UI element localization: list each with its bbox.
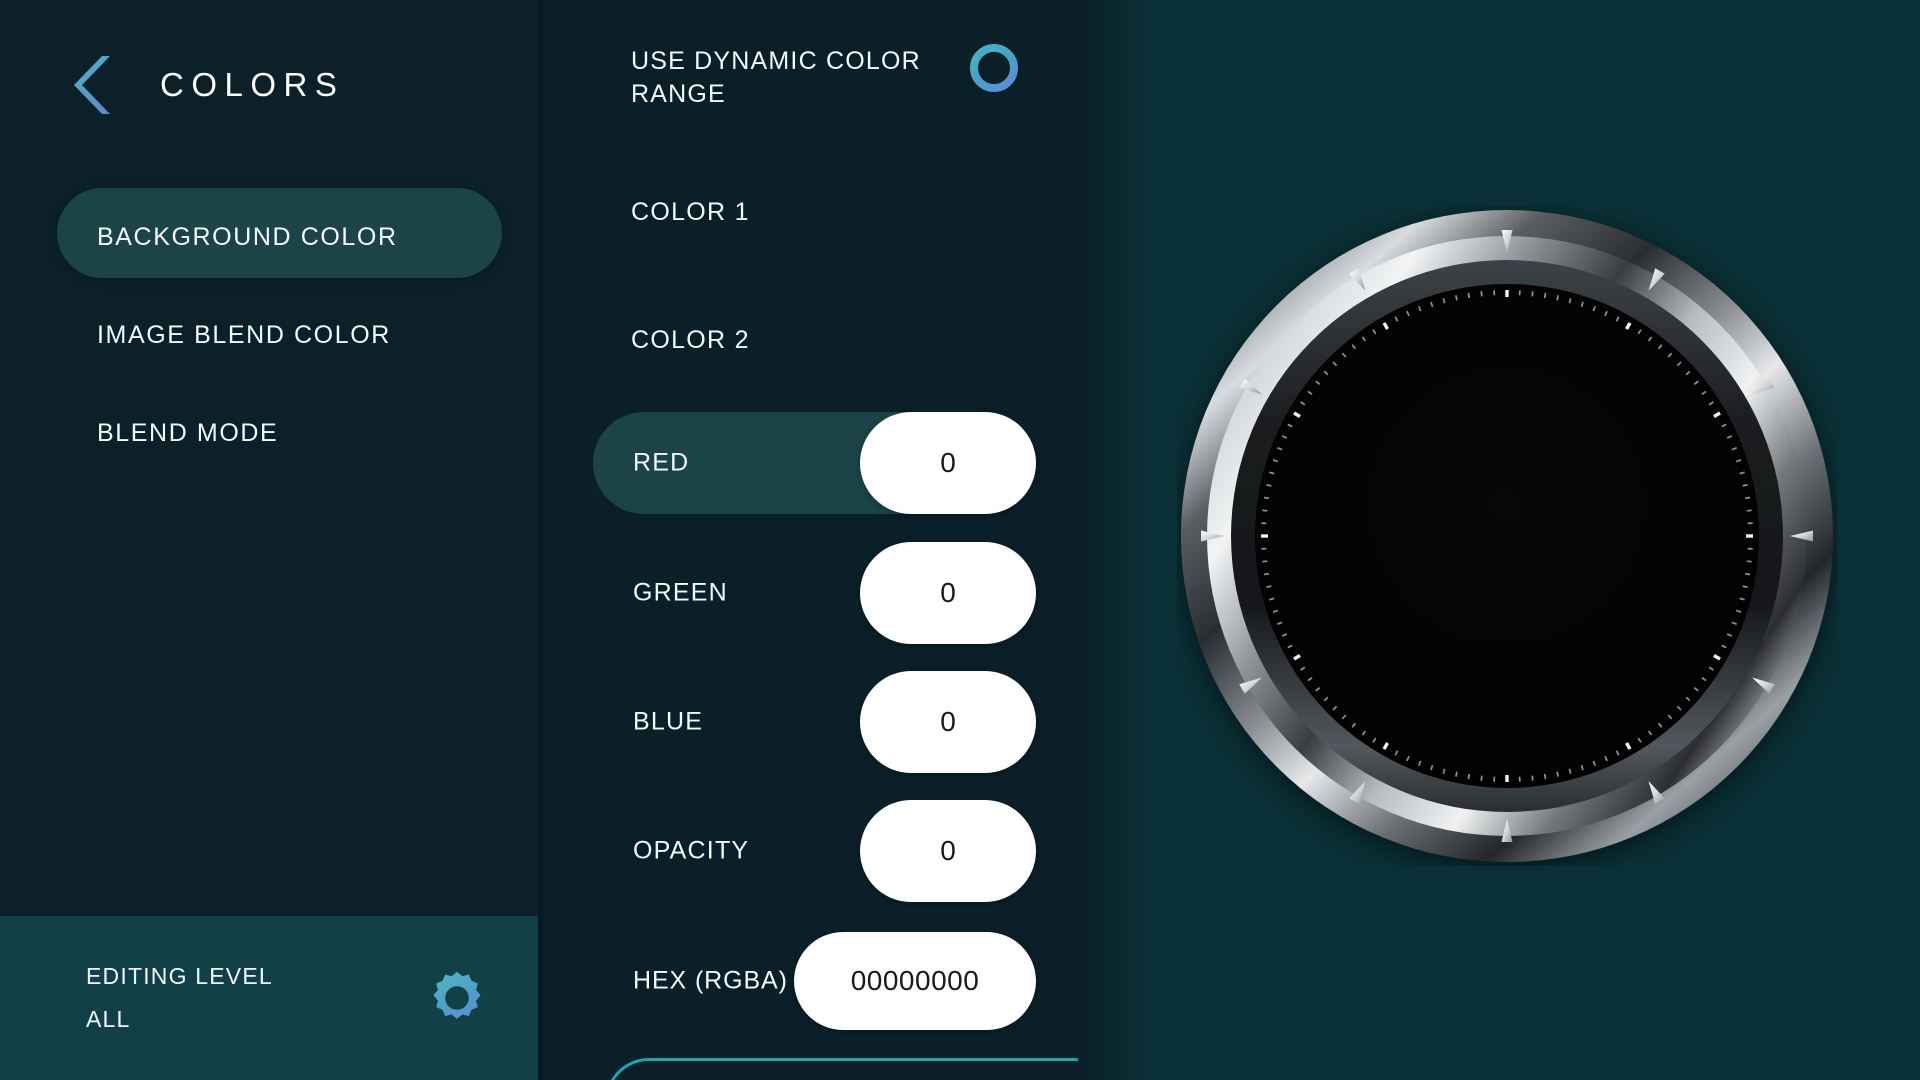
minute-tick	[1266, 484, 1272, 487]
minute-tick	[1455, 771, 1458, 777]
slider-value-red[interactable]: 0	[860, 412, 1036, 514]
minute-tick	[1543, 773, 1547, 780]
minute-tick	[1262, 509, 1268, 512]
slider-row-red[interactable]: RED 0	[538, 412, 1078, 514]
minute-tick	[1262, 560, 1268, 563]
editing-level-value: ALL	[86, 1006, 131, 1032]
sidebar-nav: BACKGROUND COLOR IMAGE BLEND COLOR BLEND…	[0, 188, 538, 482]
minute-tick	[1480, 775, 1483, 781]
dynamic-color-range-row[interactable]: USE DYNAMIC COLOR RANGE	[538, 38, 1078, 128]
minute-tick	[1556, 771, 1559, 777]
minute-tick	[1744, 496, 1751, 500]
minute-tick	[1467, 292, 1471, 299]
chevron-left-icon[interactable]	[72, 54, 114, 116]
minute-tick	[1266, 585, 1272, 588]
panel-divider	[538, 0, 548, 1080]
editing-level-text: EDITING LEVEL ALL	[86, 963, 273, 1033]
minute-tick	[1746, 560, 1752, 563]
minute-tick	[1467, 773, 1471, 780]
slider-label: OPACITY	[633, 836, 750, 865]
app-root: COLORS BACKGROUND COLOR IMAGE BLEND COLO…	[0, 0, 1920, 1080]
sidebar-item-blend-mode[interactable]: BLEND MODE	[0, 384, 538, 482]
toggle-ring-icon[interactable]	[966, 40, 1022, 96]
watch-face-preview[interactable]	[1177, 206, 1837, 866]
minute-tick	[1480, 291, 1483, 297]
minute-tick	[1556, 295, 1559, 301]
color-1-label: COLOR 1	[631, 198, 750, 226]
slider-row-opacity[interactable]: OPACITY 0	[538, 800, 1078, 902]
slider-value-opacity[interactable]: 0	[860, 800, 1036, 902]
sidebar-header: COLORS	[0, 50, 538, 120]
watch-dial	[1255, 284, 1759, 788]
minute-tick	[1263, 496, 1270, 500]
minute-tick	[1744, 572, 1751, 576]
slider-row-blue[interactable]: BLUE 0	[538, 671, 1078, 773]
minute-tick	[1742, 585, 1748, 588]
sidebar-item-background-color[interactable]: BACKGROUND COLOR	[0, 188, 538, 286]
slider-row-green[interactable]: GREEN 0	[538, 542, 1078, 644]
slider-label: BLUE	[633, 707, 704, 736]
hex-input[interactable]: 00000000	[794, 932, 1036, 1030]
sidebar-item-label: IMAGE BLEND COLOR	[97, 320, 391, 349]
preview-panel	[1078, 0, 1920, 1080]
sidebar-item-label: BLEND MODE	[97, 418, 279, 447]
minute-tick	[1455, 295, 1458, 301]
color-controls-panel: USE DYNAMIC COLOR RANGE COLOR 1 COLOR 2 …	[538, 0, 1078, 1080]
bottom-action-outline[interactable]	[605, 1058, 1078, 1080]
minute-tick	[1531, 291, 1534, 297]
color-2-label: COLOR 2	[631, 326, 750, 354]
gear-icon[interactable]	[428, 969, 486, 1027]
sidebar-item-label: BACKGROUND COLOR	[97, 222, 398, 251]
minute-tick	[1263, 572, 1270, 576]
hex-row[interactable]: HEX (RGBA) 00000000	[538, 932, 1078, 1030]
slider-value-blue[interactable]: 0	[860, 671, 1036, 773]
editing-level-title: EDITING LEVEL	[86, 963, 273, 989]
dynamic-color-range-label: USE DYNAMIC COLOR RANGE	[631, 47, 921, 108]
minute-tick	[1746, 509, 1752, 512]
editing-level-panel[interactable]: EDITING LEVEL ALL	[0, 916, 538, 1080]
hex-label: HEX (RGBA)	[633, 966, 788, 995]
sidebar-item-image-blend-color[interactable]: IMAGE BLEND COLOR	[0, 286, 538, 384]
minute-tick	[1742, 484, 1748, 487]
minute-tick	[1531, 775, 1534, 781]
slider-label: RED	[633, 448, 690, 477]
minute-tick	[1543, 292, 1547, 299]
sidebar: COLORS BACKGROUND COLOR IMAGE BLEND COLO…	[0, 0, 538, 1080]
slider-value-green[interactable]: 0	[860, 542, 1036, 644]
preview-edge-fade	[1078, 0, 1148, 1080]
page-title: COLORS	[160, 66, 345, 103]
slider-label: GREEN	[633, 578, 728, 607]
